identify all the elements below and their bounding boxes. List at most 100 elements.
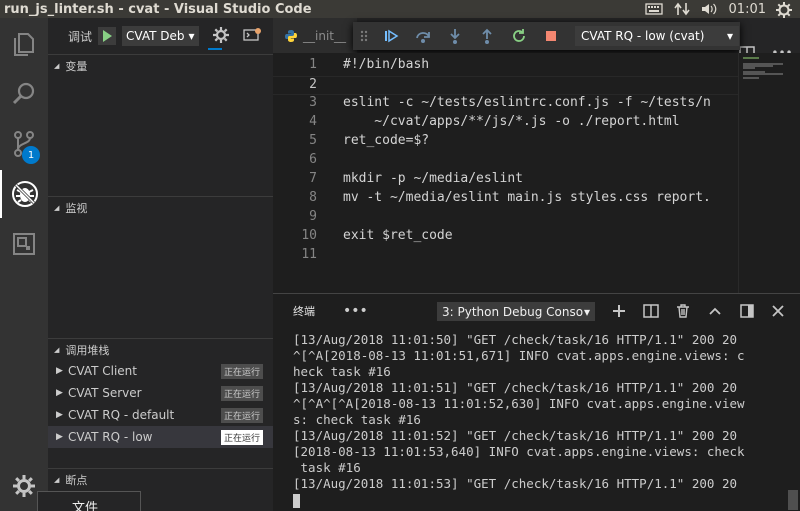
step-out-icon	[482, 28, 492, 44]
keyboard-icon[interactable]	[644, 2, 663, 16]
chevron-down-icon: ▾	[188, 29, 195, 43]
terminal-prompt[interactable]	[293, 492, 788, 508]
system-gear-icon[interactable]	[776, 2, 794, 18]
close-panel-icon[interactable]	[770, 303, 786, 319]
files-icon	[14, 33, 34, 56]
panel-position-icon[interactable]	[739, 303, 755, 319]
continue-icon	[385, 29, 399, 43]
chevron-right-icon: ▶	[56, 410, 63, 420]
call-stack-item[interactable]: ▶ CVAT RQ - default 正在运行	[48, 404, 273, 426]
debug-sidebar: 调试 CVAT Deb ▾ ◢ 变量 ◢ 监视 ◢ 调用堆栈 ▶ CVAT Cli…	[48, 18, 273, 511]
trash-icon[interactable]	[675, 303, 691, 319]
panel-header: 终端 ••• 3: Python Debug Conso ▾	[273, 294, 800, 328]
triangle-down-icon: ◢	[54, 61, 60, 70]
code-line: 3 eslint -c ~/tests/eslintrc.conf.js -f ~…	[273, 95, 738, 114]
line-number: 7	[309, 171, 317, 186]
debug-target-select[interactable]: CVAT RQ - low (cvat) ▾	[575, 26, 739, 46]
line-number: 2	[309, 77, 317, 92]
stop-button[interactable]	[535, 22, 567, 50]
restart-button[interactable]	[503, 22, 535, 50]
chevron-down-icon: ▾	[583, 304, 590, 319]
line-number: 6	[309, 152, 317, 167]
status-badge: 正在运行	[220, 407, 263, 423]
watch-header[interactable]: ◢ 监视	[48, 196, 273, 218]
system-tray: 01:01	[644, 0, 800, 18]
step-into-icon	[450, 29, 460, 44]
debug-settings-gear-icon[interactable]	[212, 26, 229, 46]
debug-config-select[interactable]: CVAT Deb ▾	[122, 26, 199, 46]
status-badge: 正在运行	[220, 363, 263, 379]
manage-gear-icon[interactable]	[10, 472, 38, 500]
terminal-scrollbar[interactable]	[788, 490, 798, 510]
call-stack-header[interactable]: ◢ 调用堆栈	[48, 338, 273, 360]
line-number: 10	[301, 228, 317, 243]
scm-badge: 1	[22, 146, 40, 164]
chevron-right-icon: ▶	[56, 366, 63, 376]
terminal-line: ^[^A[2018-08-13 11:01:51,671] INFO cvat.…	[293, 348, 745, 363]
breakpoints-header[interactable]: ◢ 断点	[48, 468, 273, 490]
terminal-output[interactable]: [13/Aug/2018 11:01:50] "GET /check/task/…	[293, 332, 788, 508]
status-badge: 正在运行	[220, 385, 263, 401]
code-editor[interactable]: 1 #!/bin/bash 2 3 eslint -c ~/tests/eslintrc…	[273, 53, 738, 293]
continue-button[interactable]	[375, 22, 407, 50]
call-stack-item[interactable]: ▶ CVAT RQ - low 正在运行	[48, 426, 273, 448]
code-text: ~/cvat/apps/**/js/*.js -o ./report.html	[343, 114, 680, 129]
drag-handle-icon[interactable]	[353, 22, 375, 50]
triangle-down-icon: ◢	[54, 345, 60, 354]
debug-console-icon[interactable]	[242, 27, 261, 45]
network-icon[interactable]	[673, 2, 691, 16]
terminal-line: ^[^A^[^A[2018-08-13 11:01:52,630] INFO c…	[293, 396, 745, 411]
step-into-button[interactable]	[439, 22, 471, 50]
window-title: run_js_linter.sh - cvat - Visual Studio …	[4, 1, 312, 17]
start-debugging-button[interactable]	[98, 27, 117, 45]
breakpoints-title: 断点	[65, 473, 88, 487]
tooltip: 文件	[37, 491, 141, 511]
clock[interactable]: 01:01	[729, 2, 766, 17]
code-text: #!/bin/bash	[343, 57, 430, 72]
restart-icon	[513, 29, 525, 42]
terminal-line: [13/Aug/2018 11:01:51] "GET /check/task/…	[293, 380, 738, 395]
call-stack-item[interactable]: ▶ CVAT Server 正在运行	[48, 382, 273, 404]
tab-init[interactable]: __init__	[273, 18, 357, 53]
code-line: 7 mkdir -p ~/media/eslint	[273, 171, 738, 190]
variables-header[interactable]: ◢ 变量	[48, 54, 273, 76]
volume-icon[interactable]	[701, 2, 719, 16]
call-stack-item[interactable]: ▶ CVAT Client 正在运行	[48, 360, 273, 382]
terminal-line: [2018-08-13 11:01:53,640] INFO cvat.apps…	[293, 444, 745, 459]
code-text: exit $ret_code	[343, 228, 453, 243]
terminal-cursor	[293, 493, 300, 508]
terminal-select[interactable]: 3: Python Debug Conso ▾	[437, 302, 595, 321]
search-activity[interactable]	[0, 70, 48, 118]
call-stack-label: CVAT RQ - low	[68, 430, 153, 444]
explorer-activity[interactable]	[0, 20, 48, 68]
split-terminal-icon[interactable]	[643, 303, 659, 319]
tab-terminal[interactable]: 终端	[293, 303, 315, 319]
code-line: 11	[273, 247, 738, 266]
stop-icon	[546, 31, 556, 41]
code-line: 1 #!/bin/bash	[273, 57, 738, 76]
chevron-right-icon: ▶	[56, 432, 63, 442]
step-over-icon	[416, 32, 430, 43]
source-control-activity[interactable]: 1	[0, 120, 48, 168]
python-file-icon	[285, 29, 297, 42]
debug-activity[interactable]	[0, 170, 48, 218]
extensions-activity[interactable]	[0, 220, 48, 268]
line-number: 11	[301, 247, 317, 262]
debug-config-toolbar: 调试 CVAT Deb ▾	[48, 18, 273, 54]
maximize-panel-icon[interactable]	[707, 303, 723, 319]
step-out-button[interactable]	[471, 22, 503, 50]
activity-bar: 1	[0, 18, 48, 511]
terminal-line: [13/Aug/2018 11:01:53] "GET /check/task/…	[293, 476, 738, 491]
line-number: 3	[309, 95, 317, 110]
minimap[interactable]	[738, 53, 800, 293]
line-number: 4	[309, 114, 317, 129]
new-terminal-icon[interactable]	[611, 303, 627, 319]
line-number: 8	[309, 190, 317, 205]
triangle-down-icon: ◢	[54, 475, 60, 484]
panel-more-icon[interactable]: •••	[343, 303, 368, 319]
code-line: 10 exit $ret_code	[273, 228, 738, 247]
line-number: 1	[309, 57, 317, 72]
watch-title: 监视	[65, 201, 88, 215]
line-number: 5	[309, 133, 317, 148]
step-over-button[interactable]	[407, 22, 439, 50]
